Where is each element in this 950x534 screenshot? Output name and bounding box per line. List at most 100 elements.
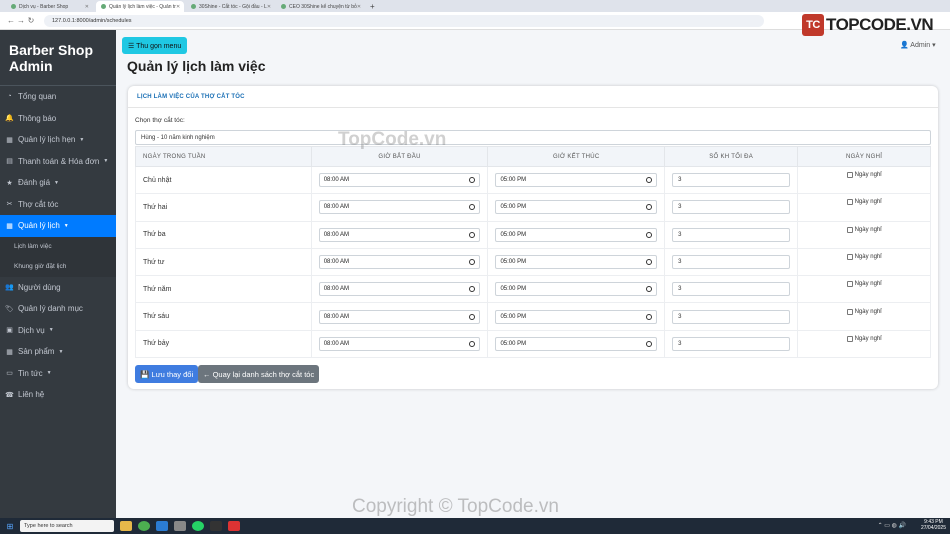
dayoff-checkbox[interactable]: [846, 226, 853, 233]
clock[interactable]: 9:43 PM 27/04/2025: [921, 519, 946, 531]
sidebar-item[interactable]: ✂ Thợ cắt tóc: [0, 194, 116, 216]
sidebar-item[interactable]: ▭ Tin tức ▼: [0, 363, 116, 385]
start-time-input[interactable]: 08:00 AM: [318, 173, 481, 188]
day-cell: Thứ năm: [135, 275, 312, 304]
whatsapp-icon[interactable]: [192, 521, 204, 531]
max-customers-input[interactable]: 3: [672, 336, 791, 351]
back-icon[interactable]: ←: [6, 16, 16, 25]
end-time-input[interactable]: 05:00 PM: [495, 282, 658, 297]
clock-icon[interactable]: [469, 204, 476, 211]
sidebar-item[interactable]: ▤ Thanh toán & Hóa đơn ▼: [0, 151, 116, 173]
max-customers-input[interactable]: 3: [672, 255, 791, 270]
sidebar-subitem[interactable]: Khung giờ đặt lịch: [0, 257, 116, 277]
dayoff-checkbox[interactable]: [846, 172, 853, 179]
dayoff-checkbox[interactable]: [846, 335, 853, 342]
clock-icon[interactable]: [646, 286, 653, 293]
sidebar-item[interactable]: ▦ Quản lý lịch ▼: [0, 215, 116, 237]
max-cell: 3: [664, 275, 799, 304]
browser-tab[interactable]: 30Shine - Cắt tóc - Gội đầu - L ✕: [186, 1, 274, 12]
clock-icon[interactable]: [646, 231, 653, 238]
new-tab-button[interactable]: +: [366, 1, 379, 12]
clock-icon[interactable]: [469, 340, 476, 347]
end-time-input[interactable]: 05:00 PM: [495, 309, 658, 324]
dayoff-checkbox-wrap[interactable]: Ngày nghỉ: [805, 199, 923, 206]
chrome-icon[interactable]: [138, 521, 150, 531]
end-time-input[interactable]: 05:00 PM: [495, 336, 658, 351]
sidebar-item[interactable]: ▦ Quản lý lịch hẹn ▼: [0, 129, 116, 151]
sidebar-item[interactable]: 🔔 Thông báo: [0, 108, 116, 130]
start-time-input[interactable]: 08:00 AM: [318, 200, 481, 215]
dayoff-checkbox-wrap[interactable]: Ngày nghỉ: [805, 226, 923, 233]
system-tray-icons[interactable]: ⌃ ▭ ◍ 🔊: [878, 522, 906, 529]
sidebar-item[interactable]: 👥 Người dùng: [0, 277, 116, 299]
close-icon[interactable]: ✕: [267, 4, 271, 10]
max-customers-input[interactable]: 3: [672, 200, 791, 215]
dayoff-checkbox[interactable]: [846, 308, 853, 315]
end-time-input[interactable]: 05:00 PM: [495, 255, 658, 270]
max-customers-input[interactable]: 3: [672, 227, 791, 242]
terminal-icon[interactable]: [210, 521, 222, 531]
clock-icon[interactable]: [469, 259, 476, 266]
close-icon[interactable]: ✕: [357, 4, 361, 10]
windows-start-icon[interactable]: ⊞: [4, 520, 16, 532]
sidebar-item[interactable]: ▣ Dịch vụ ▼: [0, 320, 116, 342]
dayoff-checkbox-wrap[interactable]: Ngày nghỉ: [805, 281, 923, 288]
vscode-icon[interactable]: [156, 521, 168, 531]
end-time-input[interactable]: 05:00 PM: [495, 200, 658, 215]
end-time-input[interactable]: 05:00 PM: [495, 227, 658, 242]
dayoff-checkbox-wrap[interactable]: Ngày nghỉ: [805, 308, 923, 315]
sidebar-item[interactable]: ★ Đánh giá ▼: [0, 172, 116, 194]
max-customers-input[interactable]: 3: [672, 309, 791, 324]
clock-icon[interactable]: [469, 286, 476, 293]
collapse-menu-button[interactable]: ☰ Thu gọn menu: [122, 37, 188, 54]
clock-icon[interactable]: [646, 259, 653, 266]
sidebar-item[interactable]: 🏷 Quản lý danh mục: [0, 298, 116, 320]
file-explorer-icon[interactable]: [120, 521, 132, 531]
url-input[interactable]: 127.0.0.1:8000/admin/schedules: [44, 14, 764, 27]
save-button[interactable]: 💾 Lưu thay đổi: [135, 365, 199, 383]
max-customers-input[interactable]: 3: [672, 173, 791, 188]
barber-select[interactable]: Hùng - 10 năm kinh nghiệm: [135, 130, 931, 145]
end-time-input[interactable]: 05:00 PM: [495, 173, 658, 188]
dayoff-checkbox-wrap[interactable]: Ngày nghỉ: [805, 335, 923, 342]
dayoff-checkbox[interactable]: [846, 254, 853, 261]
close-icon[interactable]: ✕: [176, 4, 180, 10]
watermark: TopCode.vn: [338, 129, 447, 150]
reload-icon[interactable]: ↻: [26, 16, 36, 25]
start-time-input[interactable]: 08:00 AM: [318, 255, 481, 270]
sidebar-nav: ◔ Tổng quan 🔔 Thông báo ▦ Quản lý lịch hẹn ▼ ▤ T…: [0, 86, 116, 406]
sidebar-subitem[interactable]: Lịch làm việc: [0, 237, 116, 257]
close-icon[interactable]: ✕: [85, 4, 89, 10]
browser-tab-bar: Dịch vụ - Barber Shop ✕ Quản lý lịch làm v…: [0, 0, 950, 12]
sidebar-item[interactable]: ☎ Liên hệ: [0, 384, 116, 406]
brand-title[interactable]: Barber Shop Admin: [0, 30, 116, 86]
max-customers-input[interactable]: 3: [672, 282, 791, 297]
clock-icon[interactable]: [646, 204, 653, 211]
start-time-input[interactable]: 08:00 AM: [318, 336, 481, 351]
browser-tab[interactable]: Dịch vụ - Barber Shop ✕: [6, 1, 94, 12]
dayoff-checkbox[interactable]: [846, 199, 853, 206]
dayoff-checkbox[interactable]: [846, 281, 853, 288]
back-to-barbers-button[interactable]: ← Quay lại danh sách thợ cắt tóc: [198, 365, 320, 383]
dayoff-checkbox-wrap[interactable]: Ngày nghỉ: [805, 172, 923, 179]
taskbar-search[interactable]: Type here to search: [20, 520, 114, 532]
user-menu[interactable]: 👤 Admin ▾: [900, 41, 936, 49]
start-time-input[interactable]: 08:00 AM: [318, 282, 481, 297]
sidebar-item[interactable]: ◔ Tổng quan: [0, 86, 116, 108]
browser-tab[interactable]: Quản lý lịch làm việc - Quản tr ✕: [96, 1, 184, 12]
recorder-icon[interactable]: [228, 521, 240, 531]
caret-down-icon: ▼: [46, 370, 52, 377]
clock-icon[interactable]: [469, 177, 476, 184]
app-icon[interactable]: [174, 521, 186, 531]
start-time-input[interactable]: 08:00 AM: [318, 227, 481, 242]
start-time-input[interactable]: 08:00 AM: [318, 309, 481, 324]
clock-icon[interactable]: [469, 231, 476, 238]
clock-icon[interactable]: [646, 177, 653, 184]
browser-tab[interactable]: CEO 30Shine kể chuyện từ bỏ ✕: [276, 1, 364, 12]
sidebar-item[interactable]: ▦ Sản phẩm ▼: [0, 341, 116, 363]
clock-icon[interactable]: [646, 340, 653, 347]
clock-icon[interactable]: [646, 313, 653, 320]
clock-icon[interactable]: [469, 313, 476, 320]
forward-icon[interactable]: →: [16, 16, 26, 25]
dayoff-checkbox-wrap[interactable]: Ngày nghỉ: [805, 254, 923, 261]
